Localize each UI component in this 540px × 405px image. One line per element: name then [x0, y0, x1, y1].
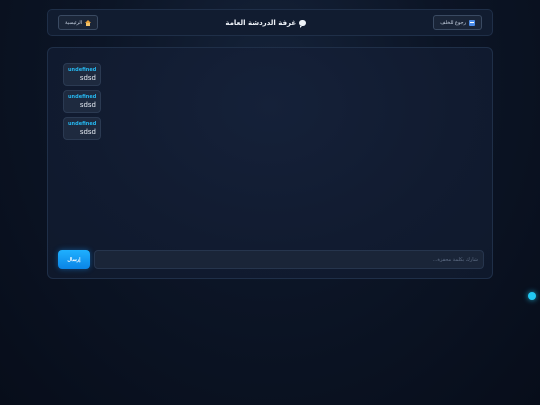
- message-item: undefined sdsd: [63, 90, 101, 113]
- back-button[interactable]: رجوع للخلف: [433, 15, 482, 30]
- home-button[interactable]: الرئيسية: [58, 15, 99, 30]
- message-text: sdsd: [79, 74, 96, 82]
- chat-panel: undefined sdsd undefined sdsd undefined …: [47, 47, 493, 279]
- back-arrow-icon: [468, 19, 475, 26]
- message-input[interactable]: [94, 250, 484, 269]
- back-button-label: رجوع للخلف: [440, 19, 466, 26]
- chat-header: الرئيسية غرفة الدردشة العامة رجوع للخلف: [47, 9, 493, 36]
- chat-bubble-icon: [299, 19, 307, 28]
- message-text: sdsd: [79, 101, 96, 109]
- message-text: sdsd: [79, 128, 96, 136]
- home-icon: [85, 19, 92, 26]
- home-button-label: الرئيسية: [65, 19, 83, 26]
- page-title-text: غرفة الدردشة العامة: [225, 18, 297, 27]
- message-item: undefined sdsd: [63, 117, 101, 140]
- send-button[interactable]: إرسال: [58, 250, 90, 269]
- message-composer: إرسال: [58, 250, 484, 270]
- page-title: غرفة الدردشة العامة: [225, 18, 307, 28]
- floating-indicator-button[interactable]: [528, 292, 536, 300]
- message-list: undefined sdsd undefined sdsd undefined …: [63, 63, 101, 140]
- message-item: undefined sdsd: [63, 63, 101, 86]
